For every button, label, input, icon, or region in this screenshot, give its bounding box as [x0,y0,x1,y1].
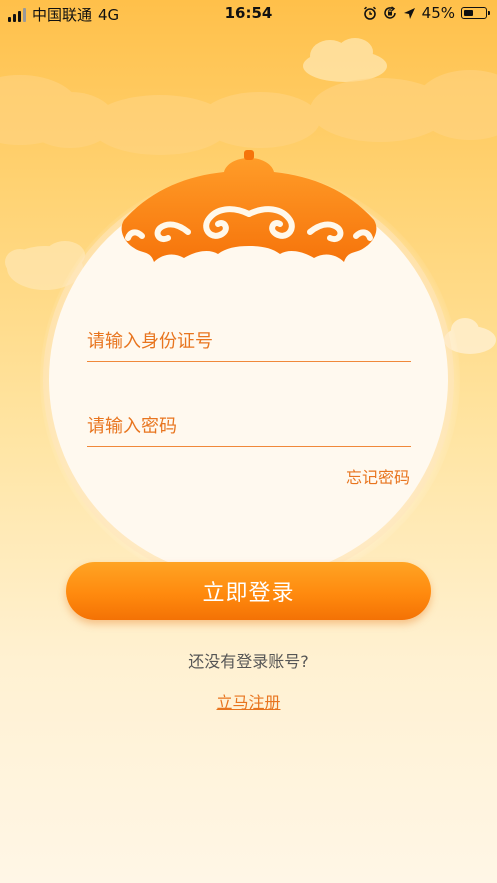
login-button[interactable]: 立即登录 [66,562,431,620]
location-arrow-icon [403,7,415,19]
cloud-icon [0,70,497,155]
id-number-input[interactable] [87,330,411,352]
status-bar: 中国联通 4G 16:54 45% [0,0,497,28]
rotation-lock-icon [383,6,396,19]
forgot-password-link[interactable]: 忘记密码 [346,464,410,488]
password-input[interactable] [87,415,411,437]
alarm-icon [363,6,376,20]
password-field[interactable] [87,406,411,447]
cloud-icon [303,38,387,82]
battery-icon [461,7,490,19]
status-right: 45% [363,4,490,22]
register-link[interactable]: 立马注册 [0,689,497,713]
id-number-field[interactable] [87,321,411,362]
battery-label: 45% [421,4,455,22]
no-account-text: 还没有登录账号? [188,652,309,671]
ornament-crown-icon [121,150,377,262]
